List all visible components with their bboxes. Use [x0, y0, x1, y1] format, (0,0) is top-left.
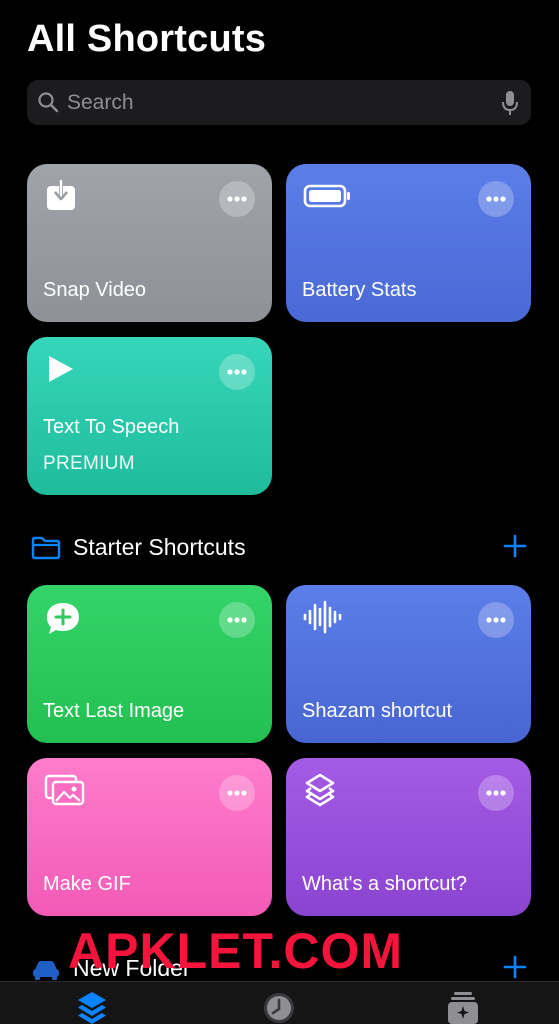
premium-badge: PREMIUM: [43, 453, 135, 474]
shortcut-name: Make GIF: [43, 873, 131, 895]
message-plus-icon: [47, 603, 79, 634]
tab-automation-clock-icon[interactable]: [261, 990, 297, 1024]
tab-gallery-icon[interactable]: [445, 990, 481, 1024]
shortcut-card-shazam[interactable]: Shazam shortcut: [286, 585, 531, 743]
shortcut-card-make-gif[interactable]: Make GIF: [27, 758, 272, 916]
more-options-button[interactable]: [478, 181, 514, 217]
car-icon: [33, 961, 59, 980]
folder-icon: [31, 536, 61, 560]
play-icon: [49, 356, 73, 382]
ellipsis-icon: [486, 617, 506, 623]
more-options-button[interactable]: [478, 775, 514, 811]
shortcut-name: Text Last Image: [43, 700, 185, 722]
shortcut-name: Shazam shortcut: [302, 700, 453, 722]
shortcut-card-whats-a-shortcut[interactable]: What's a shortcut?: [286, 758, 531, 916]
waveform-icon: [303, 600, 342, 634]
page-title: All Shortcuts: [27, 18, 267, 60]
ellipsis-icon: [227, 790, 247, 796]
shortcuts-layers-icon: [305, 773, 335, 807]
shortcut-name: Snap Video: [43, 279, 147, 301]
search-field[interactable]: Search: [27, 80, 531, 125]
search-icon: [38, 92, 59, 113]
section-header-starter-shortcuts: Starter Shortcuts: [27, 532, 531, 562]
shortcut-name: Battery Stats: [302, 279, 417, 301]
download-tray-icon: [47, 180, 75, 210]
photos-icon: [44, 774, 85, 806]
more-options-button[interactable]: [219, 775, 255, 811]
ellipsis-icon: [227, 617, 247, 623]
tab-shortcuts-layers-icon[interactable]: [74, 990, 110, 1024]
ellipsis-icon: [227, 196, 247, 202]
shortcut-card-text-last-image[interactable]: Text Last Image: [27, 585, 272, 743]
section-title: Starter Shortcuts: [73, 534, 246, 560]
ellipsis-icon: [227, 369, 247, 375]
shortcut-card-text-to-speech[interactable]: Text To Speech PREMIUM: [27, 337, 272, 495]
watermark-text: APKLET.COM: [68, 923, 403, 979]
more-options-button[interactable]: [219, 602, 255, 638]
ellipsis-icon: [486, 196, 506, 202]
shortcut-name: Text To Speech: [43, 416, 180, 438]
add-shortcut-button[interactable]: [503, 534, 527, 558]
search-input[interactable]: Search: [67, 91, 134, 115]
more-options-button[interactable]: [219, 354, 255, 390]
more-options-button[interactable]: [219, 181, 255, 217]
add-shortcut-button[interactable]: [503, 955, 527, 979]
shortcut-card-snap-video[interactable]: Snap Video: [27, 164, 272, 322]
ellipsis-icon: [486, 790, 506, 796]
battery-icon: [303, 184, 350, 208]
tab-bar: [0, 981, 559, 1024]
more-options-button[interactable]: [478, 602, 514, 638]
shortcut-name: What's a shortcut?: [302, 873, 467, 895]
shortcut-card-battery-stats[interactable]: Battery Stats: [286, 164, 531, 322]
microphone-icon[interactable]: [501, 89, 519, 117]
